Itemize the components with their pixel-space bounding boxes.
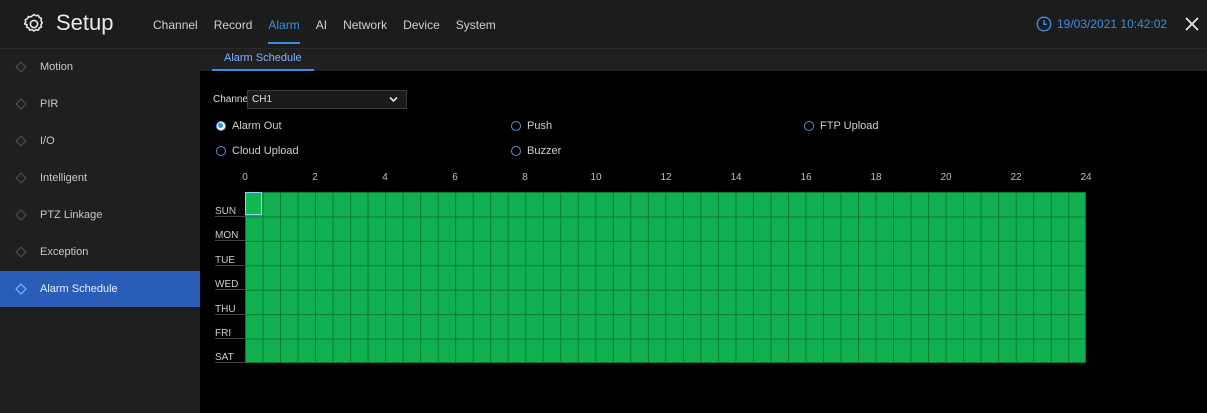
datetime-display: 19/03/2021 10:42:02 [1057,17,1168,31]
buzzer-radio[interactable]: Buzzer [511,145,561,157]
sidebar-item-label: Intelligent [40,172,88,184]
channel-label: Channel [213,94,251,105]
sidebar-item-label: Motion [40,61,74,73]
day-divider [215,314,245,315]
radio-circle-icon [216,121,226,131]
sidebar-item-label: I/O [40,135,55,147]
menu-item-alarm[interactable]: Alarm [260,0,307,48]
hour-label: 16 [800,172,812,183]
diamond-icon [15,61,27,73]
day-divider [215,338,245,339]
sidebar-item-alarm-schedule[interactable]: Alarm Schedule [0,271,200,307]
hour-label: 24 [1080,172,1092,183]
page-title: Setup [56,10,114,35]
hour-label: 20 [940,172,952,183]
radio-circle-icon [804,121,814,131]
schedule-grid[interactable] [245,192,1086,363]
cloud-upload-radio[interactable]: Cloud Upload [216,145,299,157]
hour-label: 2 [312,172,318,183]
day-divider [215,216,245,217]
sidebar-item-ptz-linkage[interactable]: PTZ Linkage [0,197,200,233]
day-divider [215,265,245,266]
hour-label: 12 [660,172,672,183]
chevron-down-icon [389,96,398,103]
sidebar: Motion PIR I/O Intelligent PTZ Linkage E… [0,49,200,413]
menu-item-network[interactable]: Network [335,0,395,48]
hour-label: 4 [382,172,388,183]
day-divider [215,240,245,241]
ftp-upload-radio[interactable]: FTP Upload [804,120,879,132]
menu-item-ai[interactable]: AI [308,0,335,48]
clock-icon [1036,16,1052,32]
gear-icon [23,13,43,32]
main-menu: Channel Record Alarm AI Network Device S… [145,0,504,48]
sidebar-item-label: Alarm Schedule [40,283,118,295]
day-divider [215,362,245,363]
channel-value: CH1 [252,94,273,105]
sidebar-item-intelligent[interactable]: Intelligent [0,160,200,196]
menu-item-channel[interactable]: Channel [145,0,206,48]
diamond-icon [15,135,27,147]
day-divider [215,289,245,290]
radio-label: FTP Upload [820,120,879,132]
sidebar-item-pir[interactable]: PIR [0,86,200,122]
diamond-icon [15,98,27,110]
alarm-out-radio[interactable]: Alarm Out [216,120,282,132]
sidebar-item-label: Exception [40,246,89,258]
radio-circle-icon [511,121,521,131]
hour-label: 18 [870,172,882,183]
radio-label: Alarm Out [232,120,282,132]
menu-item-system[interactable]: System [448,0,504,48]
menu-item-record[interactable]: Record [206,0,261,48]
channel-select[interactable]: CH1 [247,90,407,109]
sidebar-item-label: PIR [40,98,59,110]
radio-label: Push [527,120,553,132]
diamond-icon [15,283,27,295]
sidebar-item-io[interactable]: I/O [0,123,200,159]
sidebar-item-motion[interactable]: Motion [0,49,200,85]
hour-label: 6 [452,172,458,183]
menu-item-device[interactable]: Device [395,0,448,48]
radio-circle-icon [511,146,521,156]
sidebar-item-label: PTZ Linkage [40,209,103,221]
tab-alarm-schedule[interactable]: Alarm Schedule [212,49,314,71]
close-icon[interactable] [1183,15,1201,33]
radio-label: Cloud Upload [232,145,299,157]
diamond-icon [15,246,27,258]
radio-label: Buzzer [527,145,562,157]
push-radio[interactable]: Push [511,120,552,132]
diamond-icon [15,209,27,221]
radio-circle-icon [216,146,226,156]
hour-label: 8 [522,172,528,183]
top-bar: Setup Channel Record Alarm AI Network De… [0,0,1207,49]
hour-label: 0 [242,172,248,183]
hour-label: 14 [730,172,742,183]
hour-label: 22 [1010,172,1022,183]
sidebar-item-exception[interactable]: Exception [0,234,200,270]
hour-label: 10 [590,172,602,183]
diamond-icon [15,172,27,184]
grid-selection-cursor [245,192,262,215]
tab-bar: Alarm Schedule [200,49,1207,71]
